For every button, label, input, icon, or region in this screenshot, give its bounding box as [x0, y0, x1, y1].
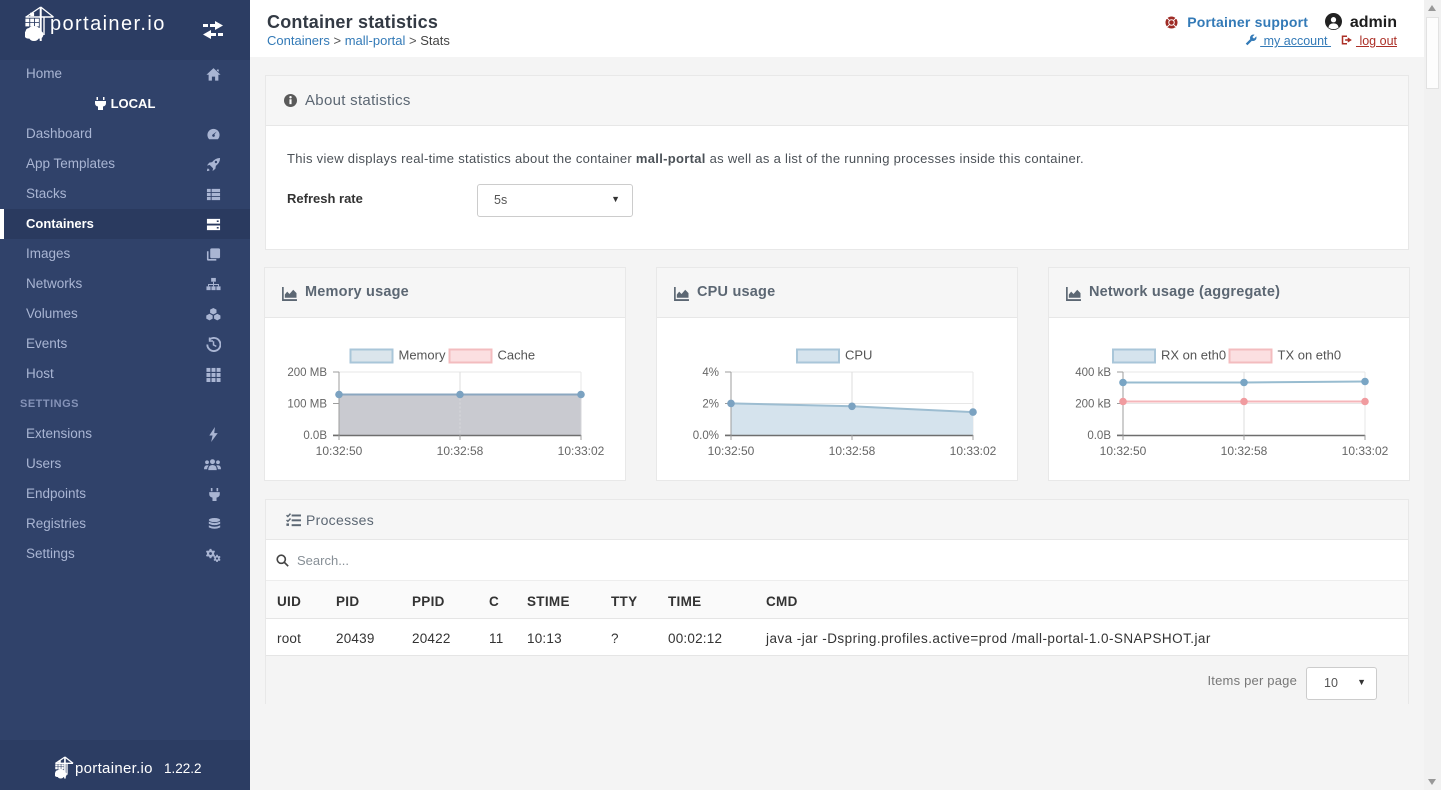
svg-text:400 kB: 400 kB	[1075, 367, 1111, 379]
svg-text:TX on eth0: TX on eth0	[1278, 348, 1342, 363]
svg-text:0.0%: 0.0%	[693, 430, 719, 442]
svg-text:10:32:50: 10:32:50	[316, 444, 363, 458]
svg-text:0.0B: 0.0B	[303, 430, 327, 442]
svg-text:100 MB: 100 MB	[287, 399, 327, 411]
svg-text:Cache: Cache	[498, 348, 536, 363]
svg-text:10:32:50: 10:32:50	[708, 444, 755, 458]
svg-text:10:33:02: 10:33:02	[1342, 444, 1389, 458]
svg-text:10:32:50: 10:32:50	[1100, 444, 1147, 458]
svg-text:10:32:58: 10:32:58	[437, 444, 484, 458]
svg-text:10:32:58: 10:32:58	[829, 444, 876, 458]
svg-text:0.0B: 0.0B	[1087, 430, 1111, 442]
svg-text:10:33:02: 10:33:02	[558, 444, 605, 458]
svg-text:4%: 4%	[702, 367, 719, 379]
svg-text:Memory: Memory	[399, 348, 446, 363]
svg-text:200 kB: 200 kB	[1075, 399, 1111, 411]
svg-text:2%: 2%	[702, 399, 719, 411]
svg-text:200 MB: 200 MB	[287, 367, 327, 379]
svg-text:RX on eth0: RX on eth0	[1161, 348, 1226, 363]
svg-text:CPU: CPU	[845, 348, 872, 363]
svg-text:10:32:58: 10:32:58	[1221, 444, 1268, 458]
svg-text:10:33:02: 10:33:02	[950, 444, 997, 458]
